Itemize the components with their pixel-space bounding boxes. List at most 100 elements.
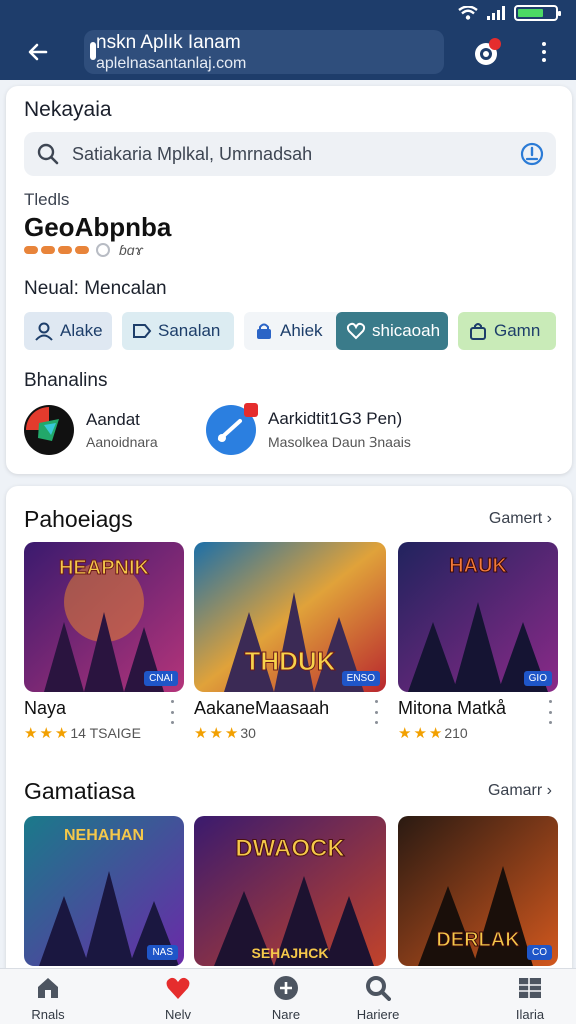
nav-item-nelv[interactable]: Nelv [138, 975, 218, 1023]
section-label-mencalan: Neual: Mencalan [24, 278, 167, 299]
tile-menu-button[interactable] [168, 700, 176, 724]
chip-ahiek[interactable]: Ahiek [244, 312, 346, 350]
featured-app-rating: ɓɑɤ [24, 242, 143, 258]
svg-text:THDUK: THDUK [245, 646, 336, 676]
tile-badge: ENSO [341, 671, 380, 686]
nav-label: Hariere [356, 1007, 400, 1022]
tile-badge: CO [527, 945, 552, 960]
game-art: THDUK [194, 542, 386, 692]
nav-item-nare[interactable]: Nare [246, 975, 326, 1023]
game-art: DERLAK [398, 816, 558, 966]
game-tile[interactable]: DWAOCK SEHAJHCK [194, 816, 386, 966]
tile-menu-button[interactable] [546, 700, 554, 724]
game-title: Mitona Matkå [398, 698, 507, 718]
rating-pill [58, 246, 72, 254]
nav-item-hariere[interactable]: Hariere [338, 975, 418, 1023]
nav-label: Ilaria [515, 1007, 545, 1022]
game-art: NEHAHAN [24, 816, 184, 966]
rating-circle-icon [96, 243, 110, 257]
grid-icon [519, 978, 541, 998]
wifi-icon [458, 6, 478, 20]
tile-badge: NAS [147, 945, 178, 960]
rating-value: 14 TSAIGE [70, 725, 141, 741]
more-options-button[interactable] [530, 36, 558, 68]
rating-value: 210 [444, 725, 468, 741]
svg-text:DERLAK: DERLAK [436, 929, 520, 951]
star-icon: ★ [428, 725, 443, 742]
url-subtitle: aplelnasantanlaj.com [96, 55, 247, 72]
mic-icon[interactable] [520, 142, 544, 166]
see-more-link[interactable]: Gamert › [489, 510, 552, 528]
star-icon: ★ [194, 725, 208, 742]
app-item[interactable]: Aandat Aanoidnara [24, 404, 158, 456]
search-icon [37, 143, 59, 165]
app-logo-icon [206, 403, 258, 455]
search-input[interactable] [72, 138, 502, 170]
game-rating: ★ ★ ★ 210 [398, 724, 468, 742]
nav-label: Nare [271, 1007, 301, 1022]
star-icon: ★ [224, 725, 239, 742]
see-more-label: Gamert [488, 510, 543, 527]
nav-item-ilaria[interactable]: Ilaria [490, 975, 570, 1023]
chip-sanalan[interactable]: Sanalan [122, 312, 234, 350]
app-logo-icon [24, 405, 74, 455]
chip-alake[interactable]: Alake [24, 312, 112, 350]
app-subtitle: Aanoidnara [86, 434, 158, 450]
notifications-button[interactable] [470, 34, 506, 70]
signal-icon [487, 6, 505, 20]
app-title: Aandat [86, 410, 140, 429]
home-icon [38, 978, 58, 998]
game-title: AakaneMaasaah [194, 698, 330, 718]
star-icon: ★ [209, 725, 223, 742]
game-rating: ★ ★ ★ 14 TSAIGE [24, 724, 141, 742]
tile-menu-button[interactable] [372, 700, 380, 724]
star-icon: ★ [54, 725, 69, 742]
section-label-apps: Bhanalins [24, 370, 108, 391]
card-title: Nekayaia [24, 98, 112, 121]
game-tile[interactable]: HAUK GIO [398, 542, 558, 692]
heart-icon [346, 322, 366, 340]
rating-value: 30 [240, 725, 256, 741]
lock-icon [90, 42, 96, 60]
star-icon: ★ [24, 725, 38, 742]
game-tile[interactable]: DERLAK CO [398, 816, 558, 966]
game-tile[interactable]: THDUK ENSO [194, 542, 386, 692]
chip-label: shicaoah [372, 321, 441, 340]
rating-pill [41, 246, 55, 254]
url-bar[interactable]: nskn Aplık Ianam aplelnasantanlaj.com [84, 30, 444, 74]
svg-text:HAUK: HAUK [449, 555, 507, 577]
search-card: Nekayaia Tledls GeoAbpnba ɓɑɤ Neual: Men… [6, 86, 572, 474]
bottom-navigation: Rnals Nelv Nare Hariere Ilaria [0, 968, 576, 1024]
app-subtitle: Masolkea Daun Ɜnaais [268, 433, 411, 450]
tile-badge: GIO [523, 671, 552, 686]
person-icon [35, 322, 53, 341]
back-button[interactable] [20, 34, 56, 70]
app-title: Aarkidtit1G3 Pen) [268, 408, 403, 428]
tile-badge: CNAI [144, 671, 178, 686]
section-heading: Gamatiasa [24, 778, 136, 804]
nav-item-rnals[interactable]: Rnals [8, 975, 88, 1023]
chip-shicaoah[interactable]: shicaoah [336, 312, 448, 350]
svg-text:DWAOCK: DWAOCK [235, 835, 345, 862]
app-item[interactable]: Aarkidtit1G3 Pen) Masolkea Daun Ɜnaais [206, 403, 411, 456]
tag-icon [133, 324, 152, 338]
game-rating: ★ ★ ★ 30 [194, 724, 256, 742]
game-tile[interactable]: HEAPNIK CNAI [24, 542, 184, 692]
see-more-link[interactable]: Gamarr › [488, 782, 552, 800]
rating-pill [75, 246, 89, 254]
game-tile[interactable]: NEHAHAN NAS [24, 816, 184, 966]
category-chips: Alake Sanalan Ahiek shicaoah Gamn [24, 312, 556, 350]
section-heading: Pahoeiags [24, 506, 133, 532]
featured-app-name[interactable]: GeoAbpnba [24, 212, 171, 243]
chip-label: Ahiek [280, 321, 323, 340]
game-title: Naya [24, 698, 67, 718]
see-more-label: Gamarr [487, 782, 543, 799]
chip-label: Gamn [494, 321, 541, 340]
search-box[interactable] [24, 132, 556, 176]
chip-gamn[interactable]: Gamn [458, 312, 556, 350]
svg-text:HEAPNIK: HEAPNIK [59, 557, 150, 579]
star-icon: ★ [413, 725, 427, 742]
heart-icon [166, 977, 190, 999]
status-bar [458, 4, 561, 22]
arrow-left-icon [28, 43, 48, 61]
